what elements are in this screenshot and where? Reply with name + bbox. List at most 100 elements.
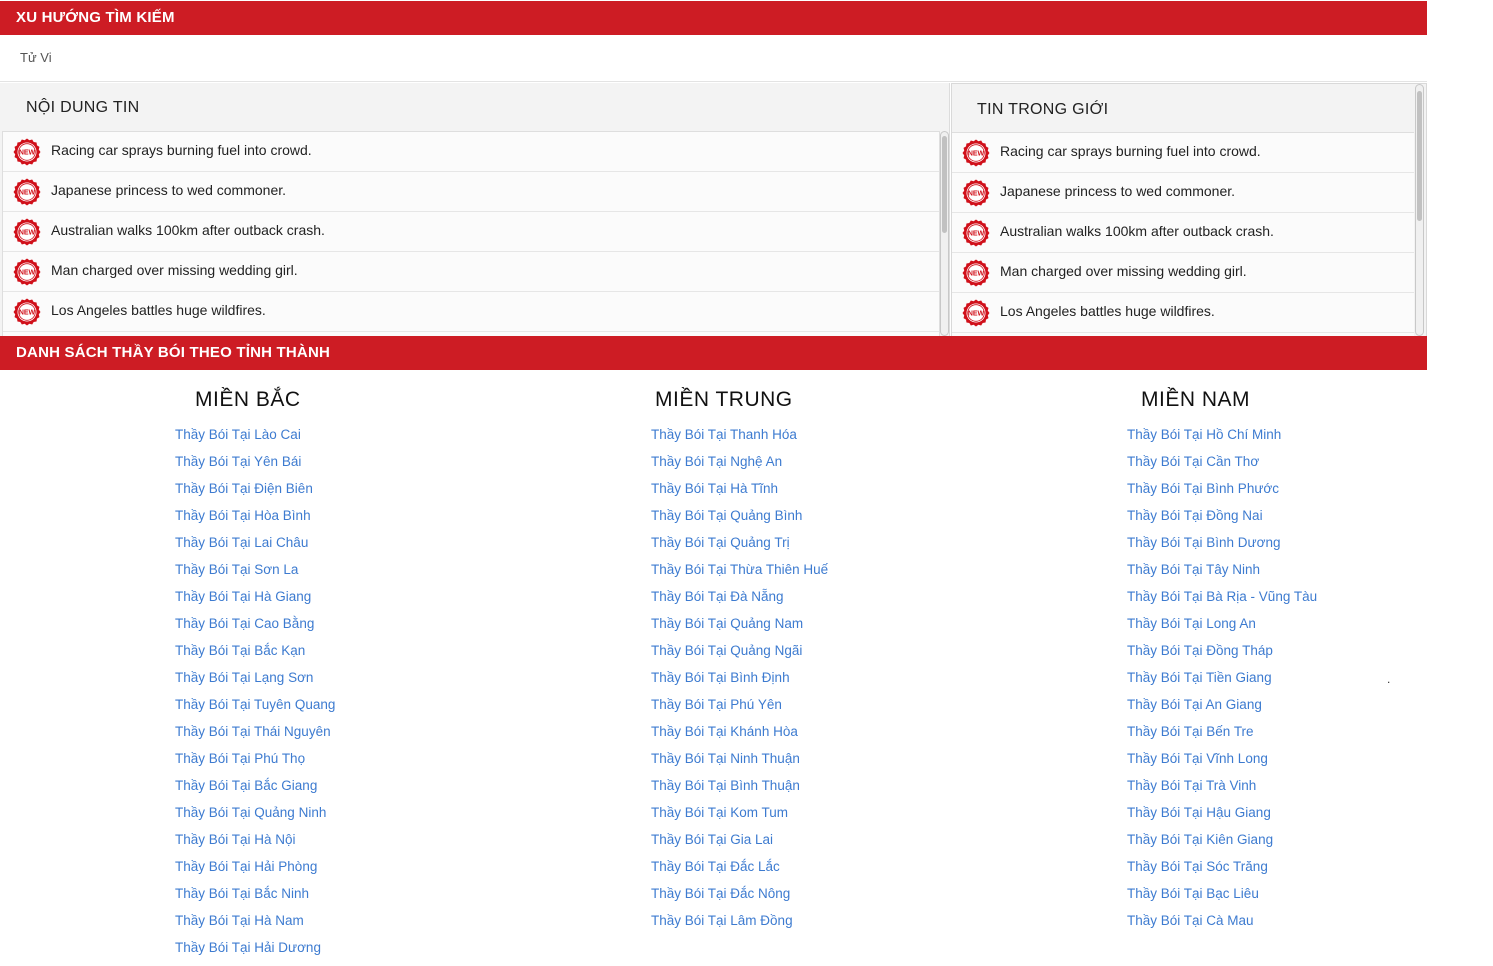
province-list-item: Thầy Bói Tại Bình Dương: [1127, 534, 1317, 561]
province-link[interactable]: Thầy Bói Tại Bến Tre: [1127, 724, 1254, 739]
province-link[interactable]: Thầy Bói Tại Lai Châu: [175, 535, 308, 550]
province-link[interactable]: Thầy Bói Tại Cần Thơ: [1127, 454, 1259, 469]
province-link[interactable]: Thầy Bói Tại Bạc Liêu: [1127, 886, 1259, 901]
news-item[interactable]: NEW Los Angeles battles huge wildfires.: [3, 292, 939, 332]
province-link[interactable]: Thầy Bói Tại Hòa Bình: [175, 508, 311, 523]
province-link[interactable]: Thầy Bói Tại Sóc Trăng: [1127, 859, 1268, 874]
new-badge-icon: NEW: [962, 219, 990, 247]
province-link[interactable]: Thầy Bói Tại Bắc Giang: [175, 778, 317, 793]
province-link[interactable]: Thầy Bói Tại Bình Định: [651, 670, 790, 685]
province-link[interactable]: Thầy Bói Tại Lâm Đồng: [651, 913, 793, 928]
news-link[interactable]: Australian walks 100km after outback cra…: [1000, 223, 1274, 239]
region-title: MIỀN BẮC: [195, 388, 301, 411]
news-link[interactable]: Racing car sprays burning fuel into crow…: [51, 142, 312, 158]
province-link[interactable]: Thầy Bói Tại Bắc Kạn: [175, 643, 305, 658]
province-list-item: Thầy Bói Tại Cao Bằng: [175, 615, 335, 642]
province-link[interactable]: Thầy Bói Tại Vĩnh Long: [1127, 751, 1268, 766]
news-link[interactable]: Australian walks 100km after outback cra…: [51, 222, 325, 238]
scrollbar-thumb[interactable]: [1417, 91, 1422, 221]
province-link[interactable]: Thầy Bói Tại Cà Mau: [1127, 913, 1254, 928]
province-link[interactable]: Thầy Bói Tại Sơn La: [175, 562, 298, 577]
province-link[interactable]: Thầy Bói Tại Hải Phòng: [175, 859, 317, 874]
news-scrollbar[interactable]: [940, 131, 949, 336]
province-link[interactable]: Thầy Bói Tại Hà Tĩnh: [651, 481, 778, 496]
province-link[interactable]: Thầy Bói Tại Tây Ninh: [1127, 562, 1260, 577]
province-link[interactable]: Thầy Bói Tại Quảng Ninh: [175, 805, 326, 820]
province-list-item: Thầy Bói Tại Tuyên Quang: [175, 696, 335, 723]
news-item[interactable]: NEW Australian walks 100km after outback…: [3, 212, 939, 252]
news-item[interactable]: NEW Man charged over missing wedding gir…: [952, 253, 1414, 293]
province-link[interactable]: Thầy Bói Tại Cao Bằng: [175, 616, 314, 631]
province-link[interactable]: Thầy Bói Tại Hà Nội: [175, 832, 296, 847]
province-link[interactable]: Thầy Bói Tại An Giang: [1127, 697, 1262, 712]
province-link[interactable]: Thầy Bói Tại Hà Giang: [175, 589, 311, 604]
province-link[interactable]: Thầy Bói Tại Bình Dương: [1127, 535, 1280, 550]
news-link[interactable]: Man charged over missing wedding girl.: [1000, 263, 1247, 279]
province-link[interactable]: Thầy Bói Tại Quảng Nam: [651, 616, 803, 631]
news-list[interactable]: NEW Racing car sprays burning fuel into …: [952, 132, 1414, 338]
news-scrollbar[interactable]: [1415, 84, 1424, 336]
scrollbar-thumb[interactable]: [942, 136, 947, 233]
province-link[interactable]: Thầy Bói Tại Bình Phước: [1127, 481, 1279, 496]
province-link[interactable]: Thầy Bói Tại Hậu Giang: [1127, 805, 1271, 820]
province-link[interactable]: Thầy Bói Tại Lạng Sơn: [175, 670, 313, 685]
province-link[interactable]: Thầy Bói Tại Hải Dương: [175, 940, 321, 955]
province-link[interactable]: Thầy Bói Tại Ninh Thuận: [651, 751, 800, 766]
province-link[interactable]: Thầy Bói Tại Quảng Bình: [651, 508, 802, 523]
province-link[interactable]: Thầy Bói Tại Kom Tum: [651, 805, 788, 820]
province-link[interactable]: Thầy Bói Tại Quảng Trị: [651, 535, 790, 550]
news-link[interactable]: Los Angeles battles huge wildfires.: [51, 302, 266, 318]
news-item[interactable]: NEW Man charged over missing wedding gir…: [3, 252, 939, 292]
province-link[interactable]: Thầy Bói Tại Tiền Giang: [1127, 670, 1272, 685]
province-link[interactable]: Thầy Bói Tại Thái Nguyên: [175, 724, 331, 739]
province-link[interactable]: Thầy Bói Tại Thanh Hóa: [651, 427, 797, 442]
news-item[interactable]: NEW Japanese princess to wed commoner.: [952, 173, 1414, 213]
region-column-south: MIỀN NAM Thầy Bói Tại Hồ Chí Minh Thầy Bó…: [1127, 388, 1493, 928]
province-list-item: Thầy Bói Tại Quảng Ninh: [175, 804, 335, 831]
province-link[interactable]: Thầy Bói Tại Hà Nam: [175, 913, 304, 928]
news-link[interactable]: Japanese princess to wed commoner.: [1000, 183, 1235, 199]
province-link[interactable]: Thầy Bói Tại Quảng Ngãi: [651, 643, 802, 658]
province-link[interactable]: Thầy Bói Tại Phú Yên: [651, 697, 782, 712]
province-link[interactable]: Thầy Bói Tại Đồng Tháp: [1127, 643, 1273, 658]
news-item[interactable]: NEW Australian walks 100km after outback…: [952, 213, 1414, 253]
news-panel-title: NỘI DUNG TIN: [26, 99, 140, 116]
province-link[interactable]: Thầy Bói Tại Phú Thọ: [175, 751, 305, 766]
new-badge-icon: NEW: [13, 218, 41, 246]
province-link[interactable]: Thầy Bói Tại Kiên Giang: [1127, 832, 1273, 847]
province-link[interactable]: Thầy Bói Tại Tuyên Quang: [175, 697, 335, 712]
news-item[interactable]: NEW Racing car sprays burning fuel into …: [3, 132, 939, 172]
trending-tag-link[interactable]: Tử Vi: [20, 50, 52, 65]
province-link[interactable]: Thầy Bói Tại Nghệ An: [651, 454, 782, 469]
province-list-item: Thầy Bói Tại Quảng Nam: [651, 615, 828, 642]
province-link[interactable]: Thầy Bói Tại Yên Bái: [175, 454, 301, 469]
news-link[interactable]: Japanese princess to wed commoner.: [51, 182, 286, 198]
province-link[interactable]: Thầy Bói Tại Bắc Ninh: [175, 886, 309, 901]
province-list-item: Thầy Bói Tại Kom Tum: [651, 804, 828, 831]
province-link[interactable]: Thầy Bói Tại Thừa Thiên Huế: [651, 562, 828, 577]
province-link[interactable]: Thầy Bói Tại Gia Lai: [651, 832, 773, 847]
province-link[interactable]: Thầy Bói Tại Đồng Nai: [1127, 508, 1263, 523]
province-link[interactable]: Thầy Bói Tại Đắc Lắc: [651, 859, 780, 874]
news-link[interactable]: Los Angeles battles huge wildfires.: [1000, 303, 1215, 319]
province-link[interactable]: Thầy Bói Tại Hồ Chí Minh: [1127, 427, 1281, 442]
news-link[interactable]: Racing car sprays burning fuel into crow…: [1000, 143, 1261, 159]
province-link[interactable]: Thầy Bói Tại Bà Rịa - Vũng Tàu: [1127, 589, 1317, 604]
province-list-item: Thầy Bói Tại Vĩnh Long: [1127, 750, 1317, 777]
province-link[interactable]: Thầy Bói Tại Khánh Hòa: [651, 724, 798, 739]
news-list[interactable]: NEW Racing car sprays burning fuel into …: [2, 131, 940, 337]
province-link[interactable]: Thầy Bói Tại Trà Vinh: [1127, 778, 1256, 793]
province-link[interactable]: Thầy Bói Tại Đắc Nông: [651, 886, 790, 901]
province-link[interactable]: Thầy Bói Tại Long An: [1127, 616, 1256, 631]
province-link[interactable]: Thầy Bói Tại Lào Cai: [175, 427, 301, 442]
news-item[interactable]: NEW Japanese princess to wed commoner.: [3, 172, 939, 212]
news-item[interactable]: NEW Racing car sprays burning fuel into …: [952, 133, 1414, 173]
news-item[interactable]: NEW Los Angeles battles huge wildfires.: [952, 293, 1414, 333]
province-link[interactable]: Thầy Bói Tại Đà Nẵng: [651, 589, 784, 604]
province-link[interactable]: Thầy Bói Tại Điện Biên: [175, 481, 313, 496]
directory-header: DANH SÁCH THẦY BÓI THEO TỈNH THÀNH: [0, 336, 1427, 370]
province-list-item: Thầy Bói Tại Thanh Hóa: [651, 426, 828, 453]
news-link[interactable]: Man charged over missing wedding girl.: [51, 262, 298, 278]
province-list-item: Thầy Bói Tại Đắc Nông: [651, 885, 828, 912]
province-link[interactable]: Thầy Bói Tại Bình Thuận: [651, 778, 800, 793]
